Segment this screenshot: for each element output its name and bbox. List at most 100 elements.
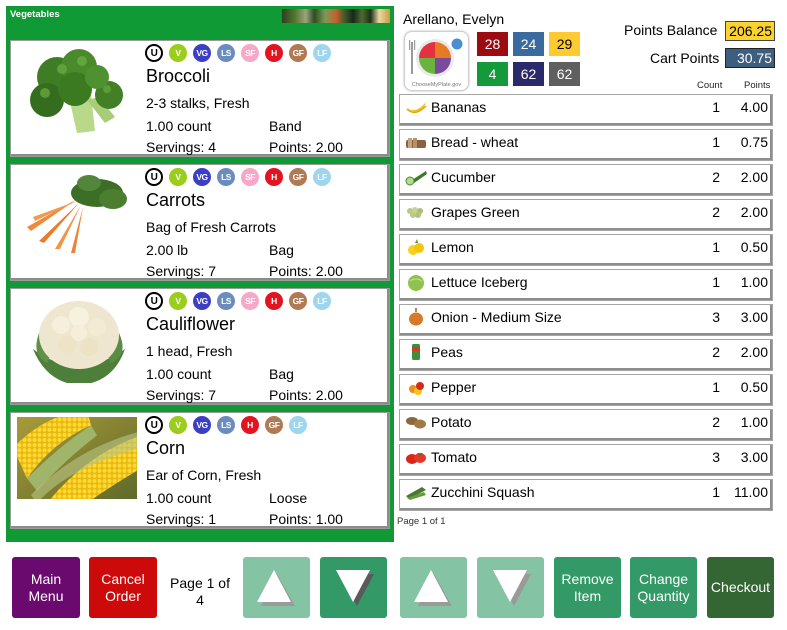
product-points: Points: 2.00 — [269, 263, 343, 279]
cart-page-indicator: Page 1 of 1 — [397, 516, 446, 527]
cart-row[interactable]: Peas 2 2.00 — [399, 339, 773, 371]
product-quantity: 1.00 count — [146, 490, 212, 506]
cart-row[interactable]: Bread - wheat 1 0.75 — [399, 129, 773, 161]
cart-row[interactable]: Potato 2 1.00 — [399, 409, 773, 441]
cart-item-count: 3 — [712, 449, 720, 465]
points-column-header: Points — [744, 80, 771, 91]
kosher-u-badge-icon: U — [145, 168, 163, 186]
cart-row[interactable]: Grapes Green 2 2.00 — [399, 199, 773, 231]
cart-item-count: 2 — [712, 169, 720, 185]
product-quantity: 1.00 count — [146, 118, 212, 134]
main-menu-button[interactable]: Main Menu — [12, 557, 80, 618]
lettuce-icon — [408, 275, 424, 291]
cancel-order-button[interactable]: Cancel Order — [89, 557, 157, 618]
cart-item-count: 3 — [712, 309, 720, 325]
dietary-badges: U V VG LS SF H GF LF — [145, 168, 331, 186]
count-column-header: Count — [697, 80, 723, 91]
healthy-badge-icon: H — [265, 292, 283, 310]
cart-item-name: Bananas — [431, 99, 487, 115]
sugar-free-badge-icon: SF — [241, 44, 259, 62]
cart-item-points: 0.75 — [740, 134, 768, 150]
product-servings: Servings: 4 — [146, 139, 217, 155]
product-name: Corn — [146, 438, 186, 458]
healthy-badge-icon: H — [241, 416, 259, 434]
product-card[interactable]: U V VG LS SF H GF LF Carrots Bag of Fres… — [10, 164, 390, 281]
cart-row[interactable]: Onion - Medium Size 3 3.00 — [399, 304, 773, 336]
cart-item-count: 1 — [712, 134, 720, 150]
product-points: Points: 1.00 — [269, 511, 343, 527]
product-points: Points: 2.00 — [269, 387, 343, 403]
cart-item-name: Lemon — [431, 239, 474, 255]
product-card[interactable]: U V VG LS SF H GF LF Cauliflower 1 head,… — [10, 288, 390, 405]
cart-row[interactable]: Cucumber 2 2.00 — [399, 164, 773, 196]
bread-icon — [406, 138, 426, 148]
healthy-badge-icon: H — [265, 44, 283, 62]
cart-points-value: 30.75 — [725, 48, 775, 68]
cart-row[interactable]: Tomato 3 3.00 — [399, 444, 773, 476]
vegan-badge-icon: VG — [193, 168, 211, 186]
product-card[interactable]: U V VG LS SF H GF LF Broccoli 2-3 stalks… — [10, 40, 390, 157]
product-description: Bag of Fresh Carrots — [146, 219, 276, 235]
sugar-free-badge-icon: SF — [241, 168, 259, 186]
product-servings: Servings: 7 — [146, 387, 217, 403]
product-card[interactable]: U V VG LS H GF LF Corn Ear of Corn, Fres… — [10, 412, 390, 529]
cart-item-name: Cucumber — [431, 169, 496, 185]
healthy-badge-icon: H — [265, 168, 283, 186]
remove-item-button[interactable]: Remove Item — [554, 557, 621, 618]
low-fat-badge-icon: LF — [313, 44, 331, 62]
cart-item-name: Potato — [431, 414, 472, 430]
vegan-badge-icon: VG — [193, 44, 211, 62]
vegan-badge-icon: VG — [193, 292, 211, 310]
carrots-image — [27, 175, 127, 253]
checkout-button[interactable]: Checkout — [707, 557, 774, 618]
cart-row[interactable]: Lemon 1 0.50 — [399, 234, 773, 266]
product-page-up-button[interactable] — [243, 557, 310, 618]
cart-row[interactable]: Lettuce Iceberg 1 1.00 — [399, 269, 773, 301]
stat-other: 62 — [549, 62, 580, 86]
product-catalog-panel: Vegetables U V VG LS SF H GF LF Broccoli… — [6, 6, 394, 542]
myplate-label: ChooseMyPlate.gov — [412, 82, 461, 88]
low-sodium-badge-icon: LS — [217, 292, 235, 310]
change-quantity-button[interactable]: Change Quantity — [630, 557, 697, 618]
stat-vegetables: 4 — [477, 62, 508, 86]
cauliflower-image — [33, 301, 125, 383]
product-name: Cauliflower — [146, 314, 236, 334]
cart-item-count: 1 — [712, 379, 720, 395]
cart-item-points: 3.00 — [740, 309, 768, 325]
gluten-free-badge-icon: GF — [289, 168, 307, 186]
cart-item-name: Onion - Medium Size — [431, 309, 562, 325]
cart-row[interactable]: Pepper 1 0.50 — [399, 374, 773, 406]
product-page-down-button[interactable] — [320, 557, 387, 618]
product-name: Broccoli — [146, 66, 211, 86]
product-package: Bag — [269, 366, 294, 382]
cart-scroll-up-button[interactable] — [400, 557, 467, 618]
arrow-up-icon — [256, 569, 295, 606]
zucchini-icon — [406, 487, 426, 500]
cart-item-count: 2 — [712, 204, 720, 220]
cart-item-name: Pepper — [431, 379, 477, 395]
cart-scroll-down-button[interactable] — [477, 557, 544, 618]
kosher-u-badge-icon: U — [145, 416, 163, 434]
product-description: Ear of Corn, Fresh — [146, 467, 262, 483]
product-description: 1 head, Fresh — [146, 343, 233, 359]
product-points: Points: 2.00 — [269, 139, 343, 155]
cart-row[interactable]: Zucchini Squash 1 11.00 — [399, 479, 773, 511]
dietary-badges: U V VG LS H GF LF — [145, 416, 307, 434]
cart-item-points: 2.00 — [740, 344, 768, 360]
cart-item-points: 3.00 — [740, 449, 768, 465]
cucumber-icon — [405, 171, 427, 186]
cart-row[interactable]: Bananas 1 4.00 — [399, 94, 773, 126]
product-description: 2-3 stalks, Fresh — [146, 95, 250, 111]
category-banner-image — [282, 9, 390, 23]
stat-fruits: 28 — [477, 32, 508, 56]
cart-item-name: Grapes Green — [431, 204, 520, 220]
cart-item-points: 11.00 — [734, 484, 768, 500]
cart-item-name: Bread - wheat — [431, 134, 519, 150]
myplate-logo: ChooseMyPlate.gov — [404, 31, 469, 91]
arrow-up-icon — [413, 569, 452, 606]
points-balance-label: Points Balance — [624, 22, 718, 38]
cart-item-points: 2.00 — [740, 204, 768, 220]
cart-item-count: 1 — [712, 274, 720, 290]
cart-points-label: Cart Points — [650, 50, 720, 66]
gluten-free-badge-icon: GF — [265, 416, 283, 434]
